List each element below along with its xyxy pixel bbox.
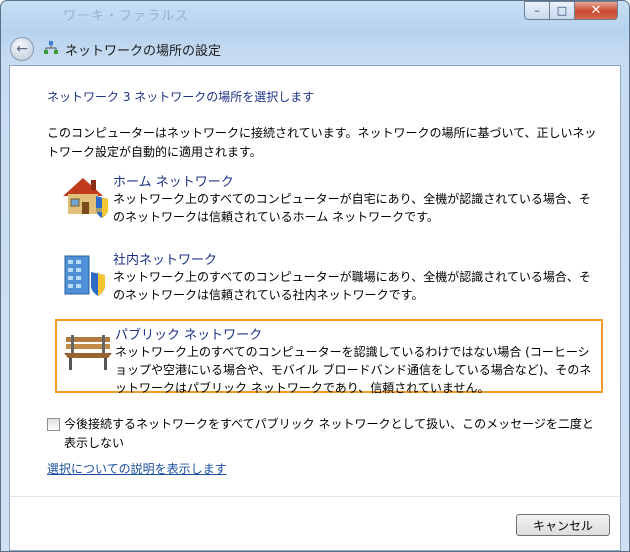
option-work-network[interactable]: 社内ネットワーク ネットワーク上のすべてのコンピューターが職場にあり、全機が認識… [55,244,603,318]
maximize-icon: □ [556,4,568,17]
office-building-shield-icon [64,255,105,296]
cancel-button[interactable]: キャンセル [516,514,610,536]
maximize-button[interactable]: □ [549,1,575,20]
title-bar[interactable]: ワーキ・ファラルス – □ ✕ [1,1,629,25]
page-heading: ネットワーク 3 ネットワークの場所を選択します [47,90,315,104]
nav-title: ネットワークの場所の設定 [65,44,222,59]
option-work-description: ネットワーク上のすべてのコンピューターが職場にあり、全機が認識されている場合、そ… [113,270,591,302]
treat-all-public-label[interactable]: 今後接続するネットワークをすべてパブリック ネットワークとして扱い、このメッセー… [64,415,604,453]
option-work-title: 社内ネットワーク [113,253,218,268]
content-panel: ネットワーク 3 ネットワークの場所を選択します このコンピューターはネットワー… [9,65,621,551]
option-home-title: ホーム ネットワーク [113,175,234,190]
footer-divider [10,496,620,497]
network-icon [44,41,58,54]
park-bench-icon [64,335,112,370]
option-public-title: パブリック ネットワーク [115,328,263,343]
close-button[interactable]: ✕ [574,1,618,20]
dialog-window: ワーキ・ファラルス – □ ✕ ← ネットワークの場所の設定 ネットワーク 3 … [0,0,630,552]
treat-all-public-checkbox[interactable] [47,418,60,431]
option-home-description: ネットワーク上のすべてのコンピューターが自宅にあり、全機が認識されている場合、そ… [113,192,591,224]
page-description: このコンピューターはネットワークに接続されています。ネットワークの場所に基づいて… [47,126,597,159]
minimize-icon: – [534,4,540,17]
back-arrow-icon: ← [16,41,28,57]
nav-bar: ← ネットワークの場所の設定 [1,27,629,65]
option-home-network[interactable]: ホーム ネットワーク ネットワーク上のすべてのコンピューターが自宅にあり、全機が… [55,166,603,240]
house-shield-icon [63,178,108,218]
option-public-description: ネットワーク上のすべてのコンピューターを認識しているわけではない場合 (コーヒー… [115,345,592,395]
option-public-network[interactable]: パブリック ネットワーク ネットワーク上のすべてのコンピューターを認識しているわ… [55,319,603,395]
minimize-button[interactable]: – [524,1,550,20]
ghost-title: ワーキ・ファラルス [63,9,190,24]
help-link[interactable]: 選択についての説明を表示します [47,460,227,477]
back-button[interactable]: ← [10,37,34,61]
close-icon: ✕ [590,3,602,18]
